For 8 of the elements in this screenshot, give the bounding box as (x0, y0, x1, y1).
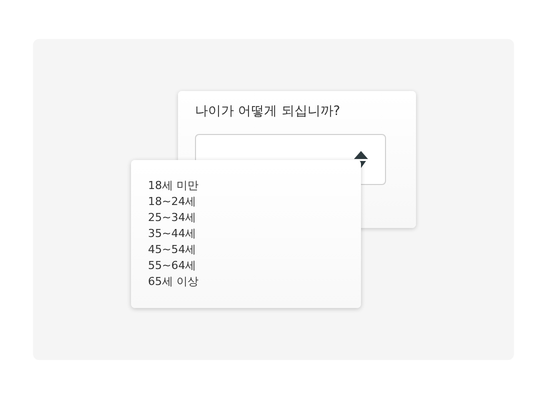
dropdown-option[interactable]: 65세 이상 (148, 274, 198, 290)
dropdown-option[interactable]: 45~54세 (148, 242, 196, 258)
dropdown-option[interactable]: 18세 미만 (148, 178, 198, 194)
dropdown-option[interactable]: 25~34세 (148, 210, 196, 226)
dropdown-option[interactable]: 18~24세 (148, 194, 196, 210)
dropdown-option[interactable]: 35~44세 (148, 226, 196, 242)
dropdown-option[interactable]: 55~64세 (148, 258, 196, 274)
question-label: 나이가 어떻게 되십니까? (195, 104, 342, 120)
